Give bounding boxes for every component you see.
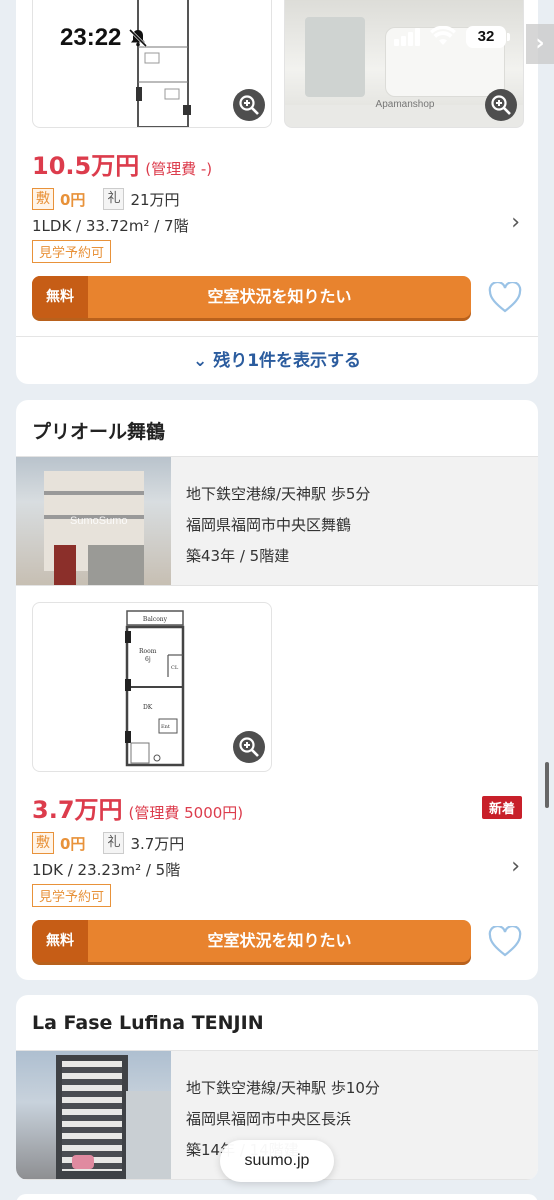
check-vacancy-label: 空室状況を知りたい: [207, 287, 352, 306]
deposit-row: 敷 0円 礼 21万円: [32, 188, 180, 210]
check-vacancy-label: 空室状況を知りたい: [207, 931, 352, 950]
scroll-indicator[interactable]: [545, 762, 549, 808]
property-details: 地下鉄空港線/天神駅 歩5分 福岡県福岡市中央区舞鶴 築43年 / 5階建: [186, 479, 370, 572]
building-age: 築43年 / 5階建: [186, 547, 290, 565]
wifi-icon: [430, 26, 456, 45]
bell-muted-icon: [128, 28, 148, 48]
chevron-right-icon[interactable]: ›: [511, 210, 520, 235]
key-money-value: 3.7万円: [130, 834, 185, 853]
deposit-label: 敷: [32, 832, 54, 854]
floorplan-thumbnail[interactable]: [32, 0, 272, 128]
photo-detail: [72, 1155, 94, 1169]
floorplan-room-size-label: 6j: [145, 656, 151, 663]
photo-detail: [62, 1061, 122, 1171]
building-photo: SumoSumo: [16, 457, 171, 585]
deposit-value: 0円: [60, 190, 86, 209]
chevron-right-icon[interactable]: ›: [511, 854, 520, 879]
rent-price: 3.7万円: [32, 796, 123, 824]
photo-detail: [126, 1091, 171, 1179]
zoom-icon[interactable]: [233, 89, 265, 121]
station-access: 地下鉄空港線/天神駅 歩5分: [186, 485, 371, 503]
address: 福岡県福岡市中央区長浜: [186, 1110, 352, 1128]
building-photo: [16, 1051, 171, 1179]
room-spec[interactable]: 1LDK / 33.72m² / 7階: [32, 215, 189, 236]
property-name[interactable]: プリオール舞鶴: [32, 417, 165, 444]
key-money-value: 21万円: [130, 190, 180, 209]
floorplan-dk-label: DK: [143, 704, 153, 711]
room-spec[interactable]: 1DK / 23.23m² / 5階: [32, 859, 180, 880]
deposit-row: 敷 0円 礼 3.7万円: [32, 832, 184, 854]
deposit-value: 0円: [60, 834, 86, 853]
check-vacancy-button[interactable]: 無料 空室状況を知りたい: [32, 920, 471, 962]
free-label: 無料: [32, 920, 88, 962]
show-more-label: 残り1件を表示する: [213, 351, 362, 371]
tour-reservation-badge: 見学予約可: [32, 240, 112, 263]
floorplan-closet-label: CL: [171, 665, 179, 671]
price-row: 3.7万円 (管理費 5000円): [32, 790, 243, 825]
station-access: 地下鉄空港線/天神駅 歩10分: [186, 1079, 380, 1097]
new-listing-badge: 新着: [481, 796, 522, 819]
property-info[interactable]: SumoSumo 地下鉄空港線/天神駅 歩5分 福岡県福岡市中央区舞鶴 築43年…: [16, 456, 538, 586]
key-money-label: 礼: [103, 832, 125, 854]
photo-watermark: SumoSumo: [70, 515, 128, 527]
listing-card-1: Apamanshop 10.5万円 (管理費 -) 敷 0円 礼 21万円 1L…: [16, 0, 538, 384]
tour-reservation-badge: 見学予約可: [32, 884, 112, 907]
heart-icon[interactable]: [488, 926, 522, 958]
zoom-icon[interactable]: [233, 731, 265, 763]
battery-indicator: 32: [466, 26, 510, 48]
free-label: 無料: [32, 276, 88, 318]
photo-detail: [44, 491, 144, 495]
management-fee: (管理費 5000円): [128, 804, 244, 822]
status-time: 23:22: [60, 24, 122, 51]
cellular-signal-icon: [394, 28, 420, 46]
room-photo-thumbnail[interactable]: Apamanshop: [284, 0, 524, 128]
key-money-label: 礼: [103, 188, 125, 210]
floorplan-thumbnail[interactable]: Balcony Room 6j CL DK Ent: [32, 602, 272, 772]
property-card-2: プリオール舞鶴 SumoSumo 地下鉄空港線/天神駅 歩5分 福岡県福岡市中央…: [16, 400, 538, 980]
address: 福岡県福岡市中央区舞鶴: [186, 516, 352, 534]
property-card-4: [16, 1194, 538, 1200]
next-photo-arrow[interactable]: ›: [526, 24, 554, 64]
zoom-icon[interactable]: [485, 89, 517, 121]
show-more-button[interactable]: ⌄ 残り1件を表示する: [16, 336, 538, 384]
management-fee: (管理費 -): [145, 160, 213, 178]
property-name[interactable]: La Fase Lufina TENJIN: [32, 1012, 264, 1034]
url-bar[interactable]: suumo.jp: [220, 1140, 334, 1182]
heart-icon[interactable]: [488, 282, 522, 314]
price-row: 10.5万円 (管理費 -): [32, 146, 212, 181]
rent-price: 10.5万円: [32, 152, 140, 180]
floorplan-room-label: Room: [139, 648, 157, 655]
photo-detail: [88, 545, 144, 585]
floorplan-entrance-label: Ent: [161, 724, 170, 730]
deposit-label: 敷: [32, 188, 54, 210]
chevron-down-icon: ⌄: [192, 351, 208, 371]
photo-detail: [54, 545, 76, 585]
check-vacancy-button[interactable]: 無料 空室状況を知りたい: [32, 276, 471, 318]
photo-detail: [305, 17, 365, 97]
floorplan-balcony-label: Balcony: [143, 616, 168, 623]
